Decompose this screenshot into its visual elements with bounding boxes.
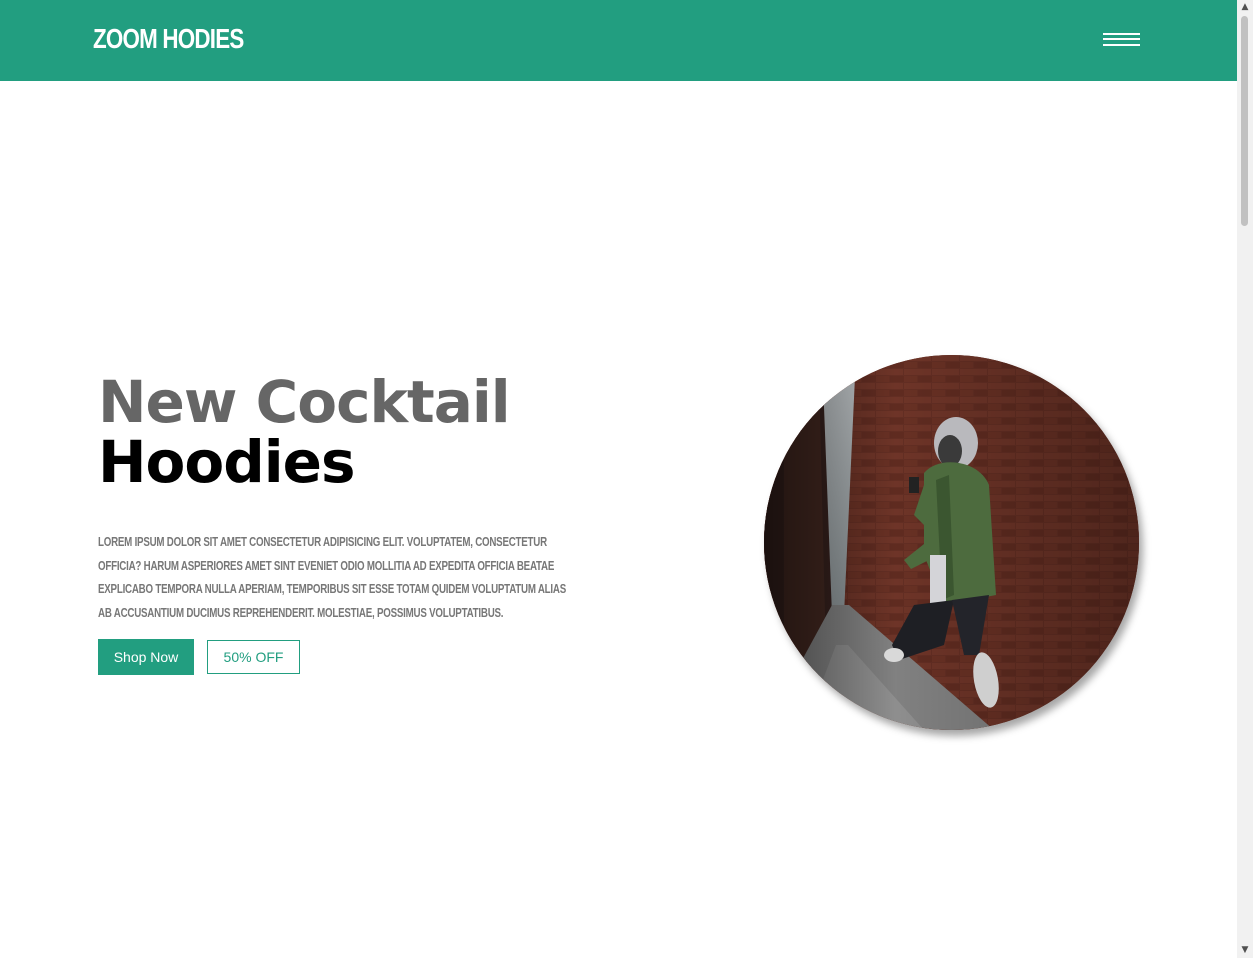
shop-now-button[interactable]: Shop Now (98, 639, 194, 675)
person-in-hoodie-alley-photo (764, 355, 1139, 730)
hamburger-line (1103, 33, 1140, 35)
scrollbar-thumb[interactable] (1241, 16, 1248, 226)
scroll-up-arrow-icon[interactable]: ▲ (1241, 3, 1249, 12)
hero-description: Lorem ipsum dolor sit amet consectetur a… (98, 534, 566, 620)
hamburger-menu-icon[interactable] (1102, 31, 1142, 49)
hero-title: New Cocktail Hoodies (98, 368, 511, 496)
brand-logo[interactable]: ZOOM HODIES (93, 22, 244, 56)
hero-product-image (764, 355, 1139, 730)
page-scrollbar[interactable]: ▲ ▼ (1237, 0, 1253, 958)
hamburger-line (1103, 44, 1140, 46)
scroll-down-arrow-icon[interactable]: ▼ (1241, 946, 1249, 955)
discount-button[interactable]: 50% OFF (207, 640, 300, 674)
hero-title-line1: New Cocktail (98, 368, 511, 436)
top-navbar: ZOOM HODIES (0, 0, 1237, 81)
hero-title-line2: Hoodies (98, 428, 355, 496)
hamburger-line (1103, 38, 1140, 40)
landing-page: ZOOM HODIES New Cocktail Hoodies Lorem i… (0, 0, 1253, 958)
